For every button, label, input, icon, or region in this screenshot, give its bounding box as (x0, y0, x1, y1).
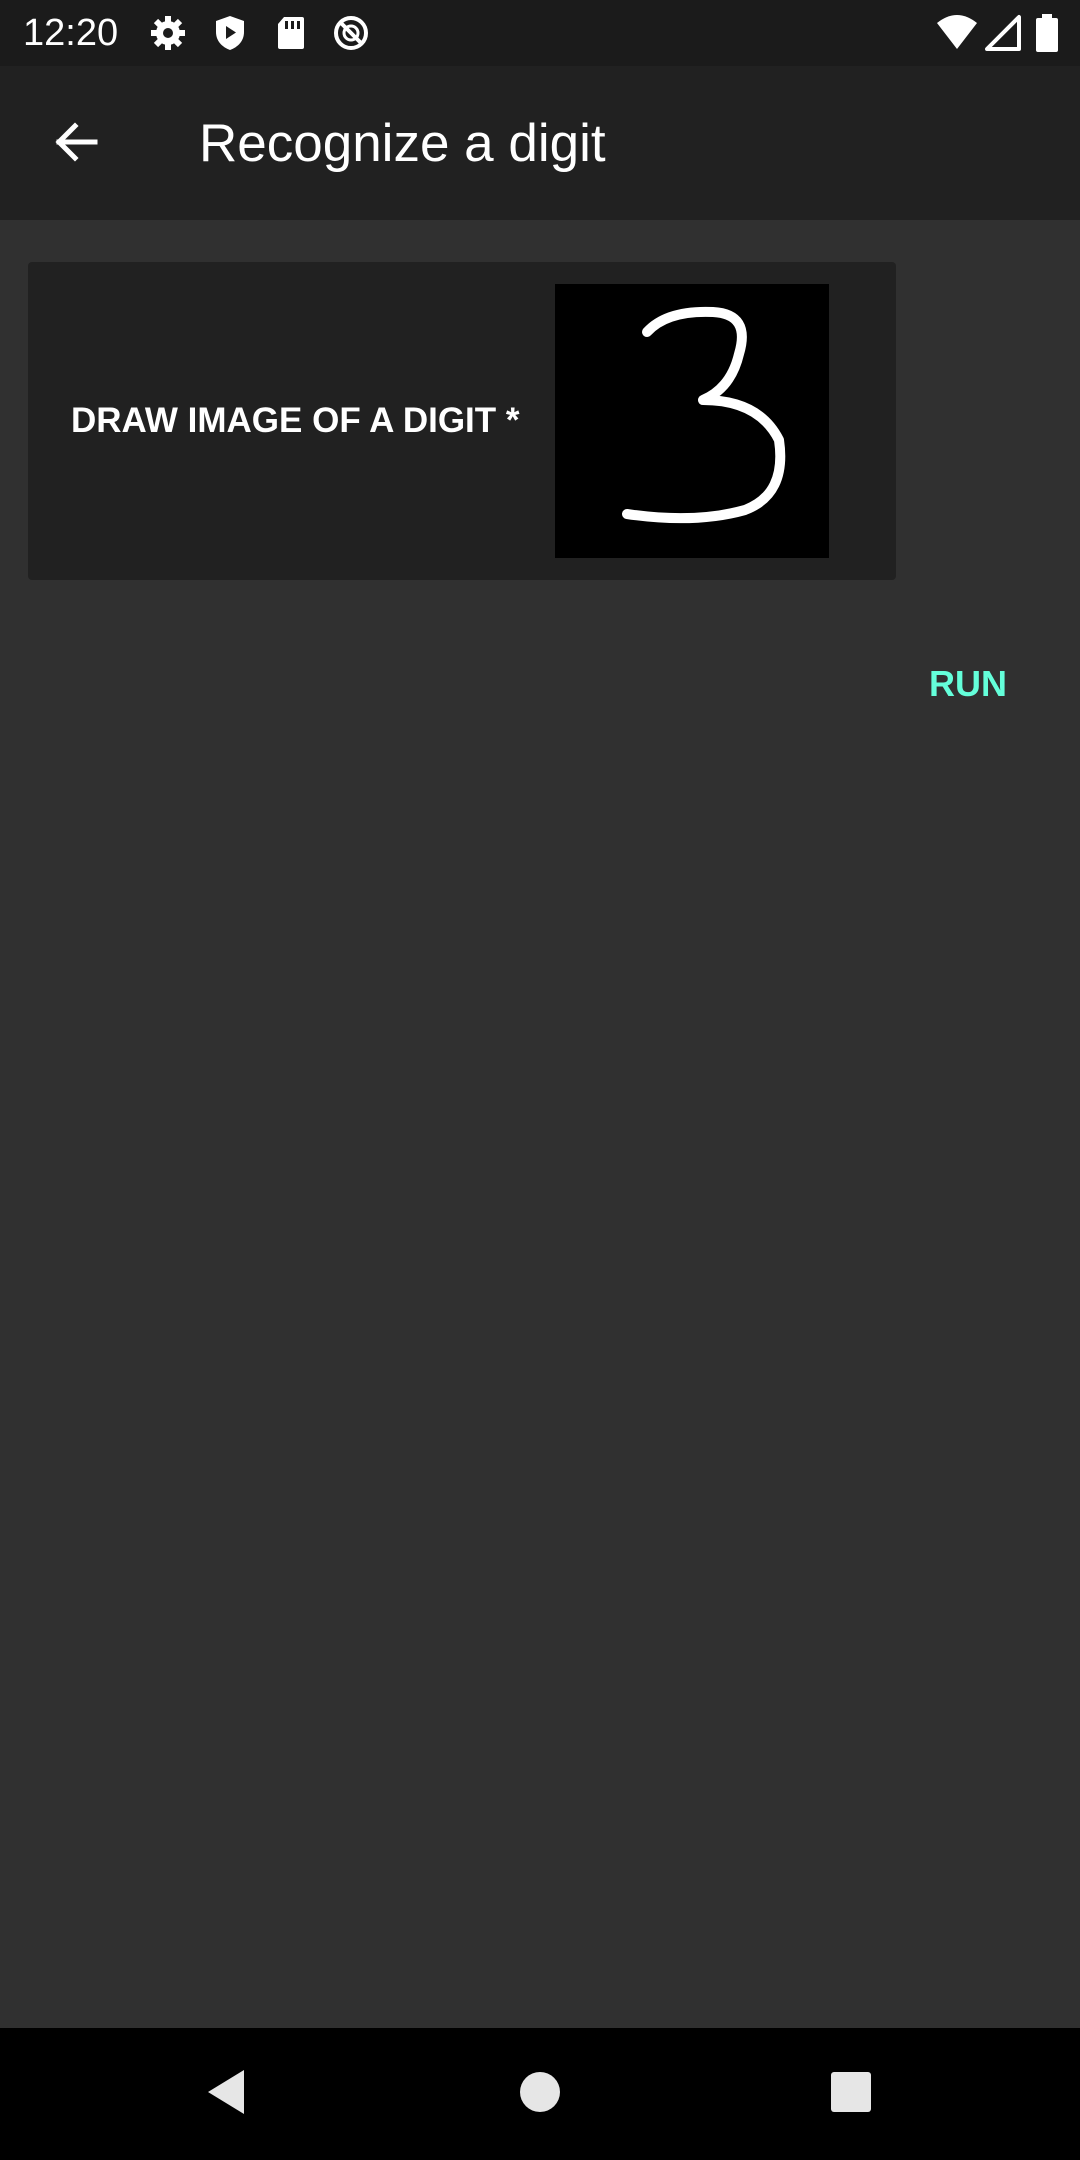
battery-icon (1034, 13, 1060, 53)
app-bar: Recognize a digit (0, 66, 1080, 220)
nav-recents-button[interactable] (821, 2064, 881, 2124)
nav-back-button[interactable] (196, 2064, 256, 2124)
gear-icon (148, 13, 188, 53)
digit-drawing-canvas[interactable] (555, 284, 829, 558)
do-not-disturb-icon (331, 13, 371, 53)
cell-signal-icon (983, 13, 1023, 53)
digit-input-card: DRAW IMAGE OF A DIGIT * (28, 262, 896, 580)
back-button[interactable] (36, 104, 116, 184)
status-time: 12:20 (23, 12, 119, 54)
shield-play-icon (210, 13, 250, 53)
run-button[interactable]: RUN (906, 652, 1030, 716)
page-title: Recognize a digit (199, 114, 606, 173)
back-triangle-icon (204, 2068, 248, 2121)
system-nav-bar (0, 2028, 1080, 2160)
status-bar: 12:20 (0, 0, 1080, 66)
field-label: DRAW IMAGE OF A DIGIT * (71, 401, 520, 440)
nav-home-button[interactable] (510, 2064, 570, 2124)
arrow-back-icon (51, 117, 101, 172)
wifi-icon (935, 13, 979, 53)
home-circle-icon (518, 2070, 562, 2119)
sd-card-icon (270, 13, 310, 53)
recents-square-icon (829, 2070, 873, 2119)
